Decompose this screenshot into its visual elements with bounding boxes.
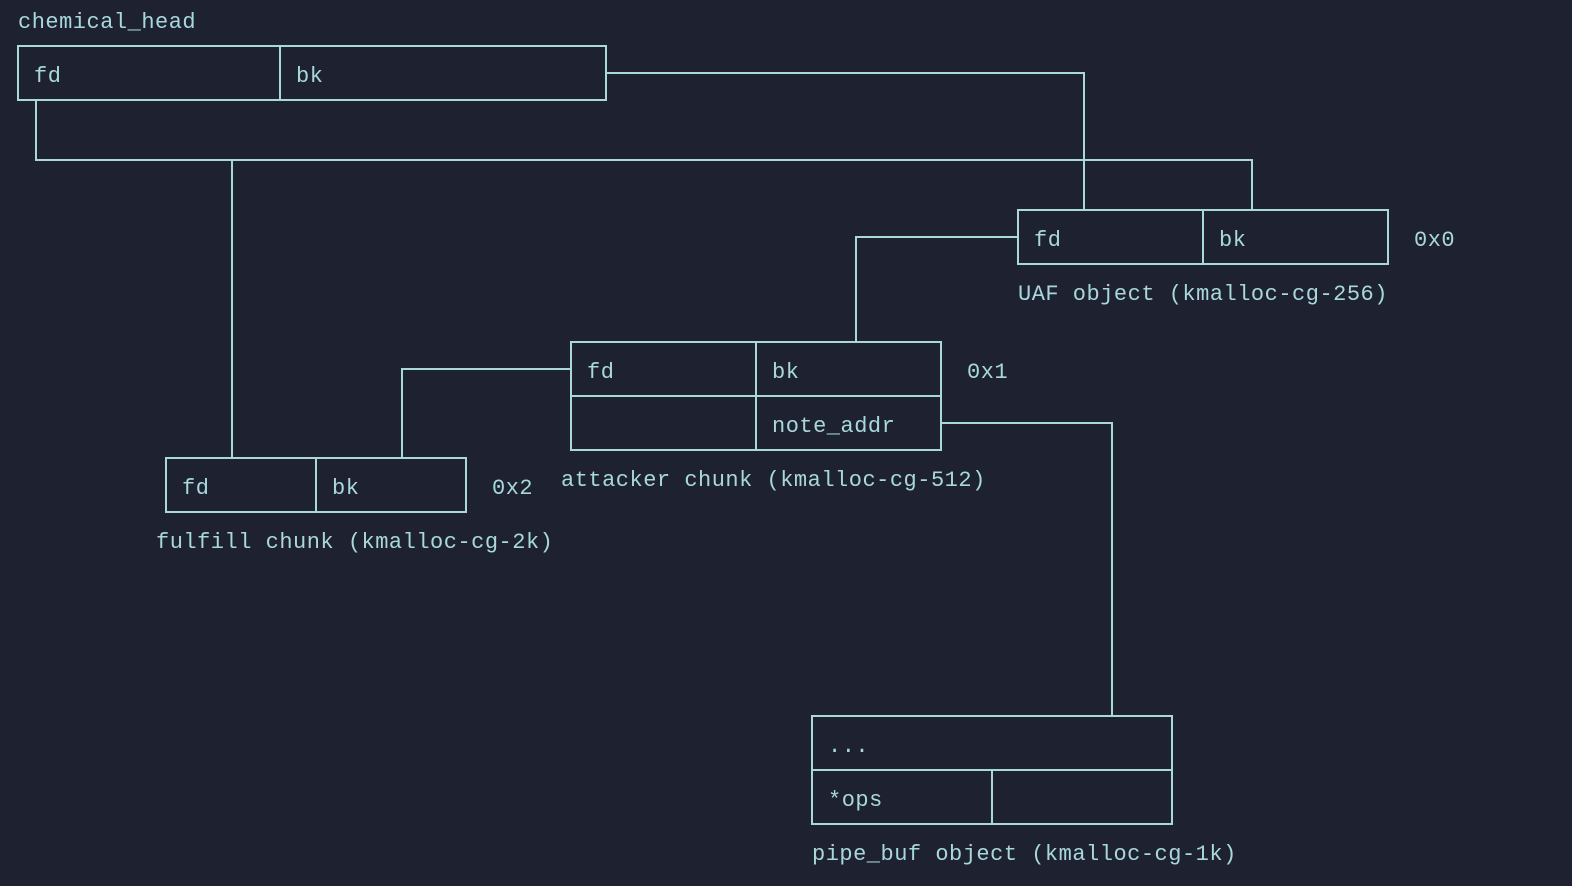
attacker-bk-label: bk — [772, 360, 799, 385]
fulfill-caption: fulfill chunk (kmalloc-cg-2k) — [156, 530, 553, 555]
attacker-caption: attacker chunk (kmalloc-cg-512) — [561, 468, 986, 493]
pipebuf-caption: pipe_buf object (kmalloc-cg-1k) — [812, 842, 1237, 867]
pipebuf-dots-label: ... — [828, 734, 869, 759]
fulfill-bk-label: bk — [332, 476, 359, 501]
pipebuf-ops-label: *ops — [828, 788, 883, 813]
connector-uaf-fd-to-attacker-bk — [856, 237, 1018, 342]
connector-head-bk-to-uaf — [606, 73, 1084, 210]
head-bk-label: bk — [296, 64, 323, 89]
memory-layout-diagram: chemical_head fd bk fd bk 0x0 UAF object… — [0, 0, 1572, 886]
connector-attacker-note-to-pipebuf — [941, 423, 1112, 716]
connector-attacker-fd-to-fulfill-bk — [402, 369, 571, 458]
fulfill-fd-label: fd — [182, 476, 209, 501]
uaf-bk-label: bk — [1219, 228, 1246, 253]
uaf-caption: UAF object (kmalloc-cg-256) — [1018, 282, 1388, 307]
connector-head-fd-to-uaf — [36, 100, 1252, 210]
head-title: chemical_head — [18, 10, 196, 35]
fulfill-side-label: 0x2 — [492, 476, 533, 501]
attacker-side-label: 0x1 — [967, 360, 1008, 385]
head-fd-label: fd — [34, 64, 61, 89]
uaf-fd-label: fd — [1034, 228, 1061, 253]
uaf-side-label: 0x0 — [1414, 228, 1455, 253]
attacker-fd-label: fd — [587, 360, 614, 385]
attacker-note-label: note_addr — [772, 414, 895, 439]
